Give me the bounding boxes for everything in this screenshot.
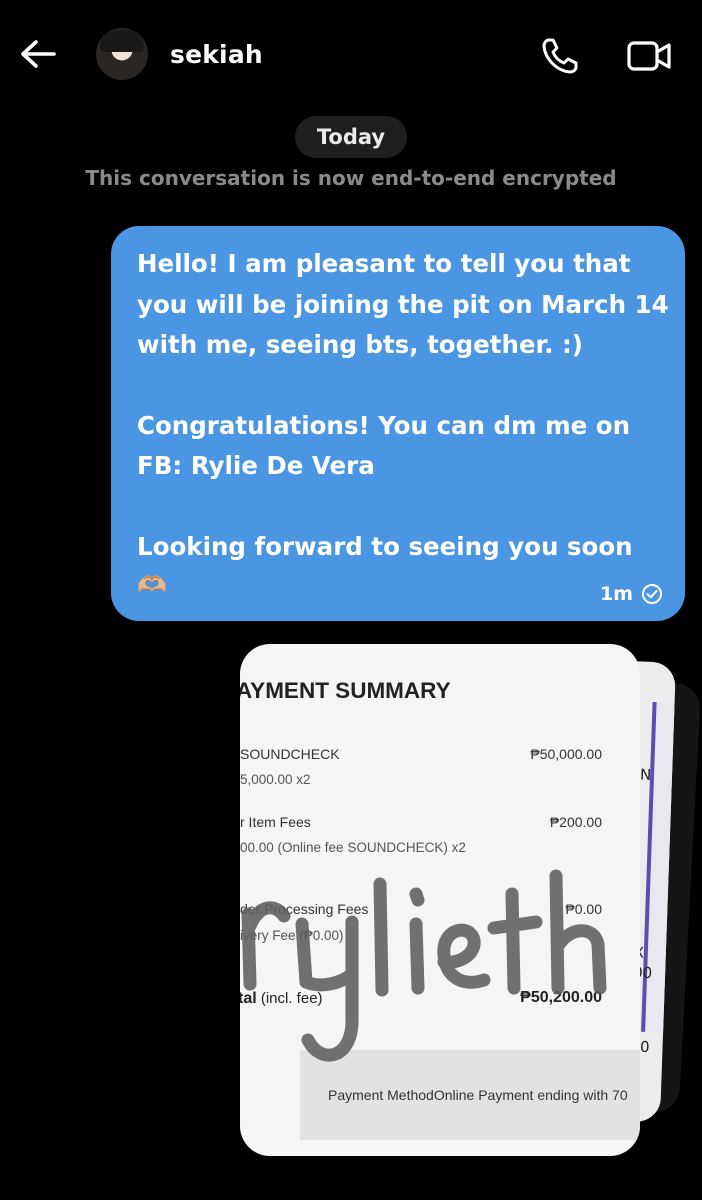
image-attachment[interactable]: AYMENT SUMMARY SOUNDCHECK ₱50,000.00 5,0… (240, 644, 640, 1156)
check-circle-icon (642, 584, 662, 604)
line-item-detail: 00.00 (Online fee SOUNDCHECK) x2 (240, 840, 466, 855)
arrow-left-icon[interactable] (18, 36, 58, 72)
contact-name[interactable]: sekiah (170, 40, 263, 69)
message-line: FB: Rylie De Vera (137, 451, 375, 480)
avatar[interactable] (96, 28, 148, 80)
message-line: you will be joining the pit on March 14 (137, 289, 669, 319)
handwritten-watermark (241, 869, 607, 1062)
message-meta: 1m (600, 583, 663, 605)
chat-header: sekiah (0, 0, 702, 110)
message-time: 1m (599, 583, 633, 605)
line-item-label: SOUNDCHECK (240, 746, 340, 762)
date-separator: Today (295, 116, 407, 158)
line-item-label: r Item Fees (240, 814, 311, 830)
line-item-amount: ₱200.00 (549, 814, 602, 830)
message-line: with me, seeing bts, together. :) (137, 330, 583, 359)
message-line: Congratulations! You can dm me on (137, 410, 631, 440)
payment-summary-title: AYMENT SUMMARY (240, 678, 451, 703)
line-item-amount: ₱50,000.00 (530, 746, 602, 762)
message-line: Looking forward to seeing you soon (137, 531, 633, 561)
message-line: Hello! I am pleasant to tell you that (137, 249, 631, 278)
payment-method: Payment MethodOnline Payment ending with… (328, 1087, 628, 1103)
message-bubble[interactable]: Hello! I am pleasant to tell you that yo… (111, 226, 685, 621)
line-item-detail: 5,000.00 x2 (240, 772, 311, 787)
back-card-text: N (639, 765, 652, 784)
phone-icon[interactable] (540, 36, 580, 76)
heart-hands-emoji: 🫶🏼 (137, 571, 167, 599)
video-camera-icon[interactable] (626, 38, 672, 74)
encryption-notice: This conversation is now end-to-end encr… (85, 166, 617, 190)
